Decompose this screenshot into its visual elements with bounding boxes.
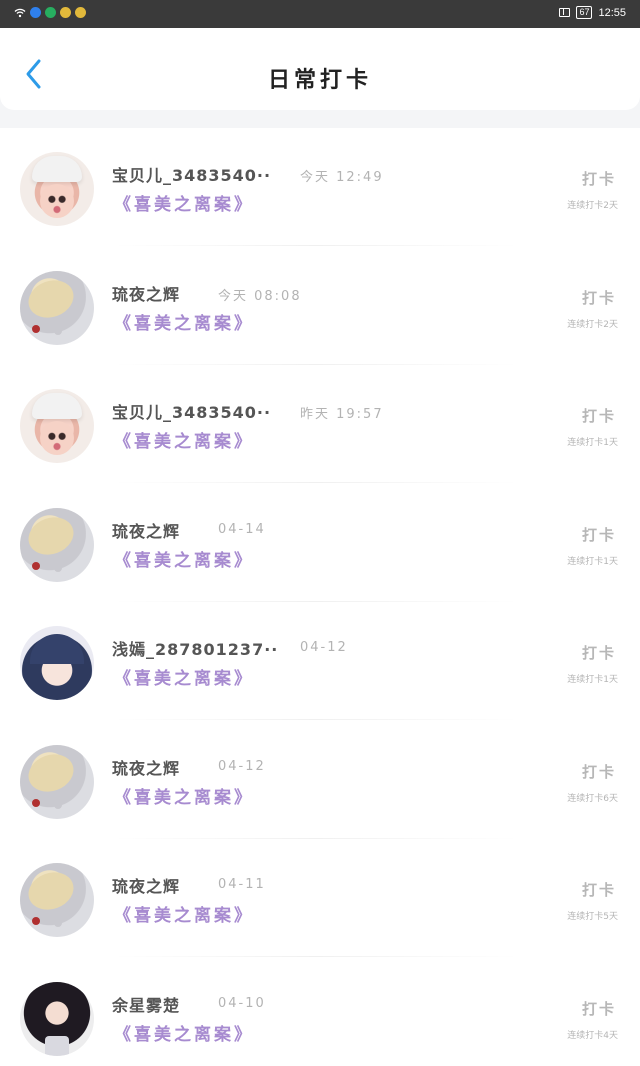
app-icon-yellow bbox=[60, 7, 71, 18]
checkin-time: 昨天 19:57 bbox=[300, 407, 384, 422]
streak-label: 连续打卡6天 bbox=[567, 793, 618, 804]
streak-label: 连续打卡2天 bbox=[567, 201, 618, 211]
avatar[interactable] bbox=[20, 389, 94, 463]
checkin-time: 今天 12:49 bbox=[300, 170, 384, 185]
header: 日常打卡 bbox=[0, 28, 640, 110]
list-item[interactable]: 琉夜之辉 04-12 《喜美之离案》 打卡连续打卡6天 bbox=[0, 721, 640, 839]
avatar[interactable] bbox=[20, 744, 94, 819]
avatar[interactable] bbox=[20, 507, 94, 582]
status-bar: 67 12:55 bbox=[0, 0, 640, 28]
user-name: 宝贝儿_3483540·· bbox=[112, 403, 272, 422]
checkin-button[interactable]: 打卡 bbox=[582, 405, 616, 426]
streak-label: 连续打卡5天 bbox=[567, 912, 618, 922]
book-title-link[interactable]: 《喜美之离案》 bbox=[114, 664, 254, 689]
streak-label: 连续打卡2天 bbox=[567, 319, 618, 330]
checkin-time: 04-12 bbox=[300, 640, 348, 655]
checkin-button[interactable]: 打卡 bbox=[582, 524, 616, 545]
wifi-icon bbox=[14, 8, 26, 17]
user-name: 浅嫣_287801237·· bbox=[112, 640, 279, 659]
list-item[interactable]: 宝贝儿_3483540·· 今天 12:49 《喜美之离案》 打卡连续打卡2天 bbox=[0, 128, 640, 246]
avatar[interactable] bbox=[20, 863, 94, 937]
checkin-time: 今天 08:08 bbox=[218, 288, 302, 304]
checkin-time: 04-11 bbox=[218, 877, 266, 892]
user-name: 琉夜之辉 bbox=[112, 521, 181, 541]
checkin-time: 04-12 bbox=[218, 758, 266, 774]
page-title: 日常打卡 bbox=[267, 68, 372, 93]
book-title-link[interactable]: 《喜美之离案》 bbox=[114, 1020, 254, 1045]
user-name: 琉夜之辉 bbox=[112, 877, 181, 896]
checkin-button[interactable]: 打卡 bbox=[582, 642, 616, 663]
battery-level: 67 bbox=[576, 6, 593, 19]
status-right: 67 12:55 bbox=[559, 6, 626, 19]
streak-label: 连续打卡1天 bbox=[567, 556, 618, 567]
status-icons bbox=[14, 7, 86, 18]
user-name: 琉夜之辉 bbox=[112, 758, 181, 778]
checkin-list: 宝贝儿_3483540·· 今天 12:49 《喜美之离案》 打卡 连续打卡2天 琉夜之辉… bbox=[0, 128, 640, 1066]
checkin-button[interactable]: 打卡 bbox=[582, 168, 616, 189]
reading-mode-icon bbox=[559, 8, 571, 17]
app-icon-green bbox=[45, 7, 56, 18]
user-name: 宝贝儿_3483540·· bbox=[112, 166, 272, 185]
avatar[interactable] bbox=[20, 152, 94, 226]
checkin-button[interactable]: 打卡 bbox=[582, 998, 616, 1019]
streak-label: 连续打卡1天 bbox=[567, 675, 618, 685]
user-name: 余星雾楚 bbox=[112, 995, 181, 1015]
book-title-link[interactable]: 《喜美之离案》 bbox=[114, 546, 254, 571]
book-title-link[interactable]: 《喜美之离案》 bbox=[114, 190, 254, 215]
app-icon-yellow bbox=[75, 7, 86, 18]
avatar[interactable] bbox=[20, 270, 94, 345]
checkin-button[interactable]: 打卡 bbox=[582, 761, 616, 782]
streak-label: 连续打卡1天 bbox=[567, 438, 618, 448]
app-icon-blue bbox=[30, 7, 41, 18]
checkin-button[interactable]: 打卡 bbox=[582, 879, 616, 900]
list-item[interactable]: 余星雾楚 04-10 《喜美之离案》 打卡连续打卡4天 bbox=[0, 958, 640, 1066]
list-item[interactable]: 琉夜之辉 04-14 《喜美之离案》 打卡连续打卡1天 bbox=[0, 484, 640, 602]
book-title-link[interactable]: 《喜美之离案》 bbox=[114, 901, 254, 926]
clock: 12:55 bbox=[598, 6, 626, 19]
book-title-link[interactable]: 《喜美之离案》 bbox=[114, 783, 254, 808]
book-title-link[interactable]: 《喜美之离案》 bbox=[114, 427, 254, 452]
streak-label: 连续打卡4天 bbox=[567, 1030, 618, 1041]
checkin-button[interactable]: 打卡 bbox=[582, 287, 616, 308]
list-item[interactable]: 琉夜之辉 04-11 《喜美之离案》 打卡连续打卡5天 bbox=[0, 839, 640, 957]
list-item[interactable]: 浅嫣_287801237·· 04-12 《喜美之离案》 打卡连续打卡1天 bbox=[0, 602, 640, 720]
checkin-time: 04-10 bbox=[218, 995, 266, 1011]
list-item[interactable]: 宝贝儿_3483540·· 昨天 19:57 《喜美之离案》 打卡连续打卡1天 bbox=[0, 365, 640, 483]
book-title-link[interactable]: 《喜美之离案》 bbox=[114, 309, 254, 334]
user-name: 琉夜之辉 bbox=[112, 284, 181, 304]
checkin-time: 04-14 bbox=[218, 521, 266, 537]
avatar[interactable] bbox=[20, 981, 94, 1056]
list-item[interactable]: 琉夜之辉 今天 08:08 《喜美之离案》 打卡连续打卡2天 bbox=[0, 247, 640, 365]
avatar[interactable] bbox=[20, 626, 94, 700]
